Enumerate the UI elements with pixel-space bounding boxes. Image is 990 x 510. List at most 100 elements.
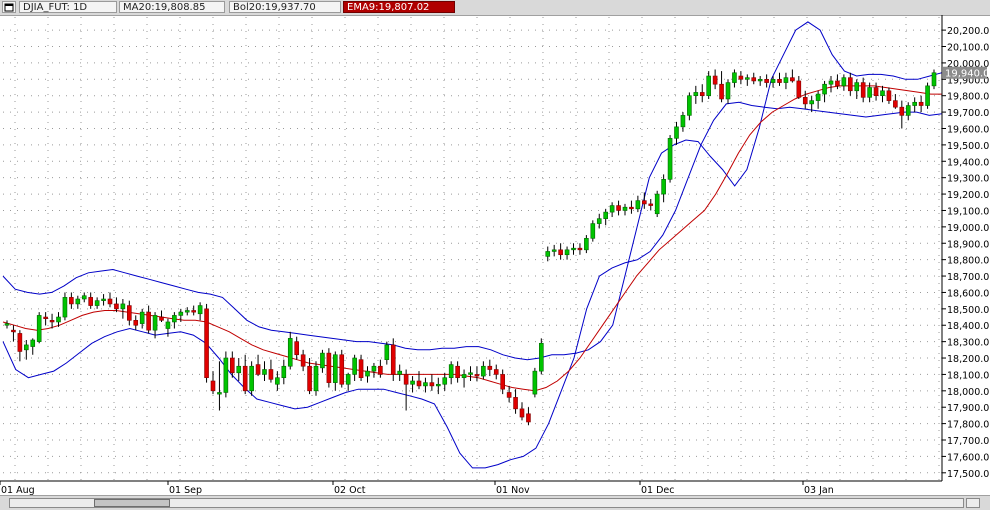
bollinger-indicator-label[interactable]: Bol20:19,937.70: [229, 1, 341, 13]
candle: [397, 364, 402, 381]
candle: [69, 292, 74, 309]
candle: [519, 402, 525, 421]
candle-body: [500, 374, 505, 390]
candle: [410, 376, 415, 393]
candle-body: [120, 303, 126, 310]
candle-body: [133, 320, 139, 326]
candle: [30, 338, 36, 355]
candle: [699, 84, 705, 103]
candle-body: [590, 223, 596, 239]
candle-body: [313, 365, 319, 392]
x-tick-label: 01 Nov: [496, 485, 530, 495]
candle: [732, 69, 737, 88]
candle-body: [706, 75, 711, 96]
candle: [474, 366, 480, 381]
candle: [635, 195, 641, 213]
candle-body: [551, 249, 557, 252]
candle: [667, 135, 673, 183]
candle: [197, 302, 203, 321]
candle: [107, 292, 113, 308]
candle-body: [423, 382, 428, 387]
candle-body: [609, 205, 615, 213]
candle: [333, 351, 338, 391]
candle-body: [642, 200, 647, 205]
candle-body: [36, 315, 42, 342]
candle-body: [455, 365, 460, 379]
candle: [493, 364, 499, 380]
candle-body: [757, 79, 763, 82]
candle: [545, 246, 551, 262]
candle: [94, 297, 100, 309]
candle-body: [603, 211, 608, 219]
y-tick-label: 19,100.0: [947, 206, 989, 217]
candle: [719, 71, 724, 103]
candle-body: [255, 364, 261, 375]
candle: [423, 377, 428, 393]
candle-body: [738, 75, 744, 80]
candle: [62, 292, 68, 321]
horizontal-scrollbar[interactable]: [9, 498, 964, 508]
candle: [860, 77, 866, 103]
candle: [352, 354, 357, 381]
candle-body: [481, 365, 486, 377]
candle: [281, 359, 287, 385]
candle-body: [616, 205, 621, 211]
candle: [526, 407, 531, 426]
candle-body: [867, 87, 872, 98]
window-menu-icon[interactable]: [2, 1, 16, 13]
candle: [905, 102, 911, 121]
candle: [320, 349, 325, 373]
candle: [300, 349, 306, 372]
candle: [564, 246, 570, 260]
y-tick-label: 19,400.0: [947, 157, 989, 168]
chart-header-bar: DJIA_FUT: 1D MA20:19,808.85 Bol20:19,937…: [0, 0, 990, 16]
y-tick-label: 18,700.0: [947, 272, 989, 283]
candle: [210, 371, 216, 395]
candle-body: [165, 321, 171, 329]
candle-body: [223, 357, 229, 393]
candle: [854, 79, 860, 99]
candle-body: [526, 413, 531, 423]
symbol-label[interactable]: DJIA_FUT: 1D: [19, 1, 117, 13]
candle-body: [519, 408, 525, 418]
candle: [712, 69, 718, 90]
candle: [925, 82, 930, 109]
candle-body: [320, 352, 325, 369]
y-tick-label: 19,200.0: [947, 190, 989, 201]
candle: [790, 69, 795, 83]
ma-indicator-label[interactable]: MA20:19,808.85: [119, 1, 225, 13]
x-tick-label: 03 Jan: [804, 485, 834, 495]
candle-body: [796, 80, 802, 98]
candle-body: [835, 80, 840, 87]
candle-body: [62, 297, 68, 318]
y-tick-label: 18,000.0: [947, 387, 989, 398]
ema-indicator-label[interactable]: EMA9:19,807.02: [343, 1, 455, 13]
candle-body: [532, 370, 538, 395]
candle-body: [49, 320, 55, 323]
candle-body: [114, 303, 119, 310]
candle-body: [809, 100, 814, 105]
candle-body: [300, 354, 306, 367]
scrollbar-thumb[interactable]: [94, 499, 170, 507]
candle-body: [94, 300, 100, 306]
candle-body: [822, 83, 827, 95]
candle-body: [262, 369, 267, 375]
candle: [4, 320, 10, 329]
candle: [506, 385, 512, 403]
x-tick-label: 02 Oct: [334, 485, 366, 495]
candle-body: [107, 298, 113, 305]
candle-body: [4, 323, 10, 326]
candle-body: [719, 83, 724, 100]
candle: [745, 74, 750, 86]
ma20-line: [2, 85, 942, 392]
candle: [339, 349, 345, 388]
scroll-right-button[interactable]: [966, 498, 980, 508]
candle-body: [11, 329, 16, 333]
candle: [36, 312, 42, 344]
candle: [603, 208, 608, 226]
y-tick-label: 18,600.0: [947, 288, 989, 299]
candle: [429, 374, 435, 391]
candlestick-chart[interactable]: 20,200.020,100.020,000.019,900.019,800.0…: [0, 15, 990, 495]
candle-body: [790, 77, 795, 82]
candle: [880, 85, 885, 103]
